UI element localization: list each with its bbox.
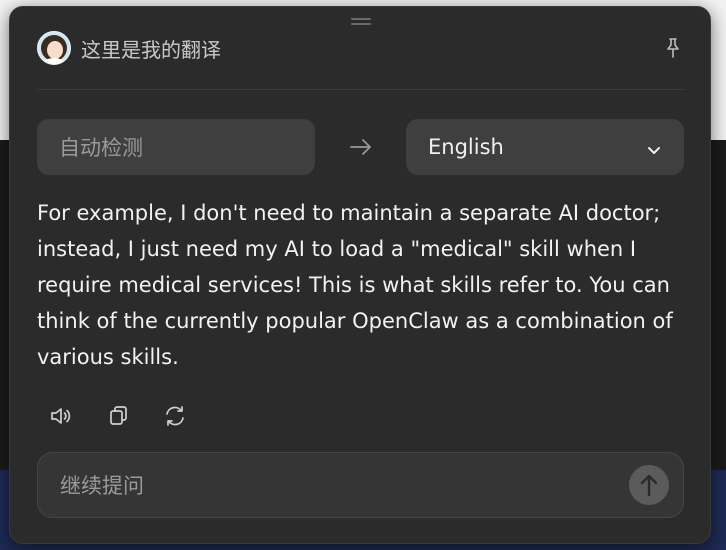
translation-text: For example, I don't need to maintain a … [37, 201, 673, 369]
avatar [37, 31, 71, 65]
divider [37, 89, 685, 90]
send-button[interactable] [629, 465, 669, 505]
arrow-right-icon [348, 135, 374, 159]
source-language-select[interactable]: 自动检测 [37, 119, 315, 175]
source-language-label: 自动检测 [59, 136, 143, 160]
refresh-icon[interactable] [162, 403, 188, 429]
chevron-down-icon [646, 139, 662, 155]
copy-icon[interactable] [105, 403, 131, 429]
drag-handle[interactable] [351, 18, 371, 28]
speaker-icon[interactable] [48, 403, 74, 429]
popup-header: 这里是我的翻译 [37, 31, 685, 65]
target-language-label: English [428, 135, 504, 159]
pin-icon[interactable] [661, 36, 685, 60]
target-language-select[interactable]: English [406, 119, 684, 175]
followup-input-box[interactable] [37, 452, 684, 518]
arrow-up-icon [640, 474, 658, 497]
translation-popup: 这里是我的翻译 自动检测 English For example, I don'… [9, 6, 711, 544]
popup-title: 这里是我的翻译 [81, 37, 221, 62]
followup-input[interactable] [58, 467, 622, 505]
